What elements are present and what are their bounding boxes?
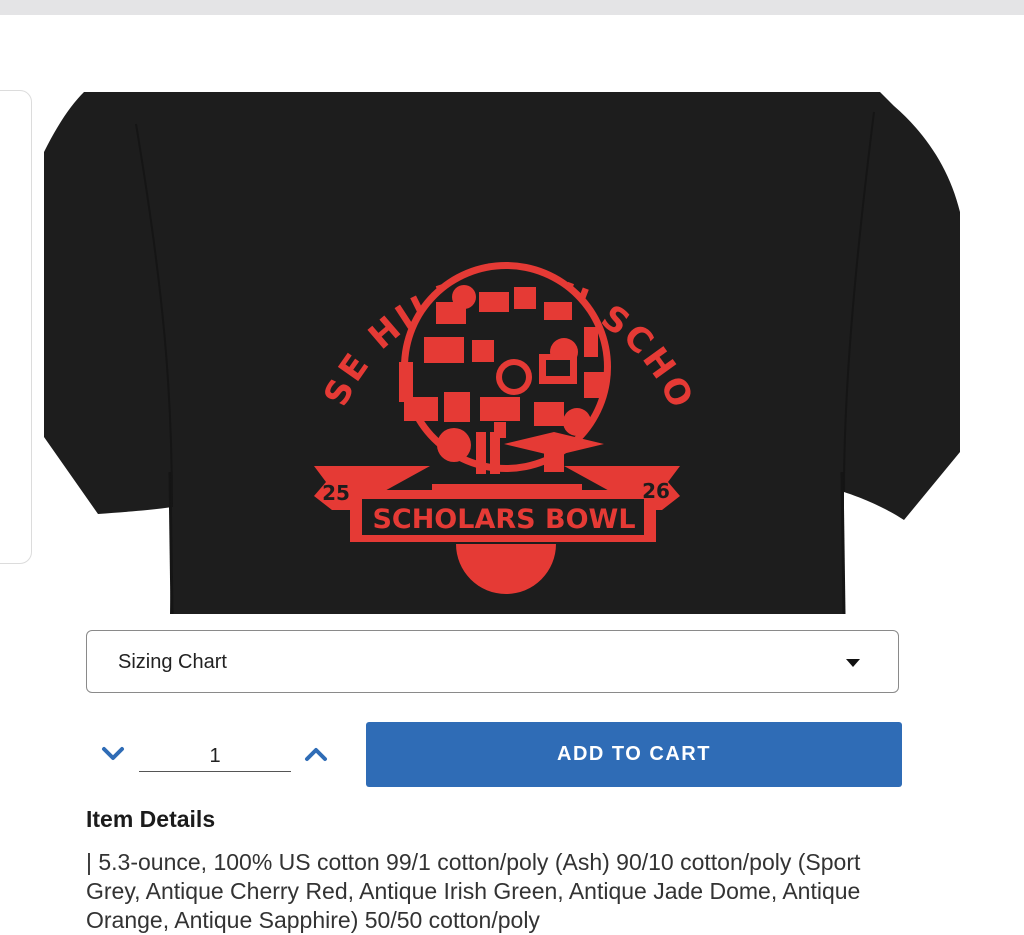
design-year-left: 25 (322, 481, 350, 505)
quantity-decrease-button[interactable] (97, 740, 129, 768)
caret-down-icon (846, 659, 860, 667)
quantity-increase-button[interactable] (300, 740, 332, 768)
design-banner-text: SCHOLARS BOWL (372, 504, 635, 535)
item-details-heading: Item Details (86, 806, 216, 832)
thumbnail-card[interactable] (0, 90, 32, 564)
product-image: ROSE HILL HIGH SCHOOL (44, 92, 960, 614)
sizing-chart-label: Sizing Chart (118, 651, 227, 673)
item-details-text: | 5.3-ounce, 100% US cotton 99/1 cotton/… (86, 849, 861, 933)
chevron-down-icon (102, 747, 124, 760)
sizing-chart-select[interactable]: Sizing Chart (86, 630, 899, 693)
design-year-right: 26 (642, 479, 670, 503)
quantity-input[interactable] (139, 741, 291, 772)
chevron-up-icon (305, 748, 327, 761)
top-bar (0, 0, 1024, 15)
add-to-cart-button[interactable]: ADD TO CART (366, 722, 902, 787)
